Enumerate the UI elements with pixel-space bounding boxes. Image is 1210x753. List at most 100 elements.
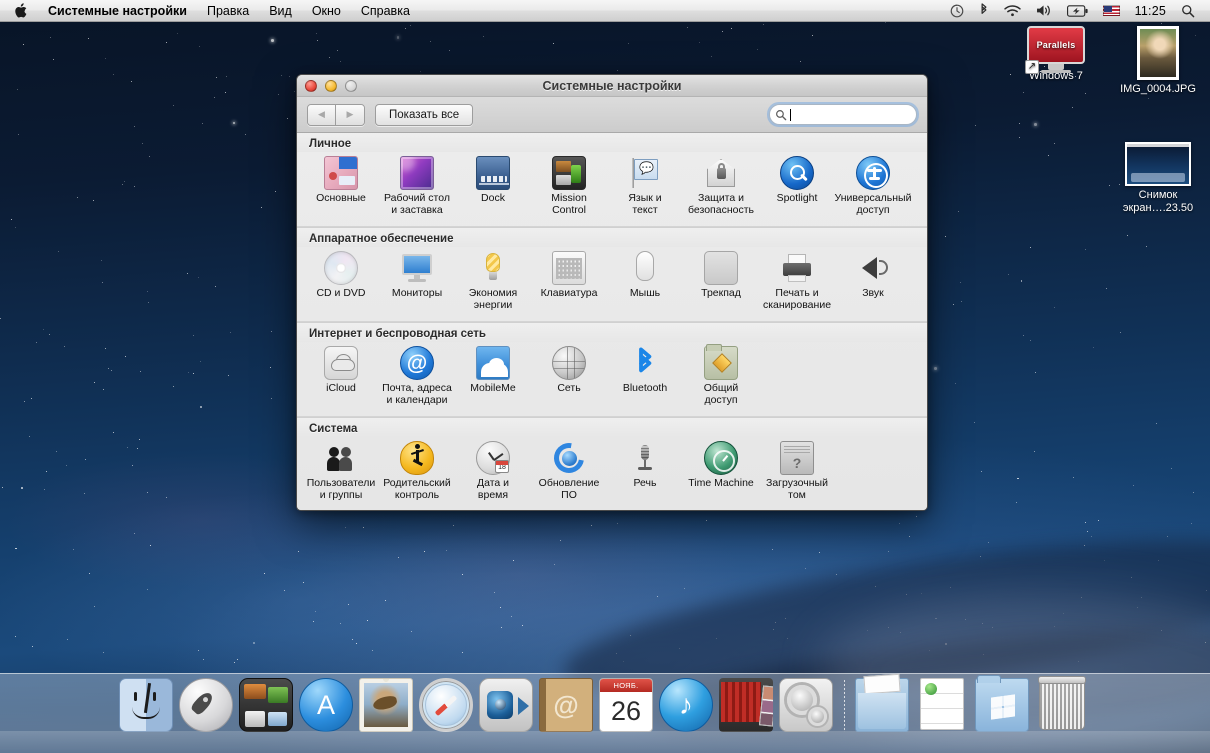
system-preferences-window[interactable]: Системные настройки ◀ ▶ Показать все Лич…: [296, 74, 928, 511]
mission-control-icon: [239, 678, 293, 732]
close-button[interactable]: [305, 79, 317, 92]
dock-item-mission-control[interactable]: [239, 678, 295, 734]
menu-item-app-name[interactable]: Системные настройки: [38, 2, 197, 20]
pref-cd-dvd[interactable]: CD и DVD: [303, 249, 379, 315]
dock-item-document[interactable]: [915, 678, 971, 734]
search-field[interactable]: [769, 104, 917, 125]
screenshot-image: [1127, 144, 1189, 184]
show-all-button[interactable]: Показать все: [375, 103, 474, 126]
pref-label: Мышь: [629, 287, 661, 299]
pref-keyboard[interactable]: Клавиатура: [531, 249, 607, 315]
dock-item-trash[interactable]: [1035, 676, 1091, 734]
pref-software-update[interactable]: Обновление ПО: [531, 437, 607, 505]
dock[interactable]: A @ нояб. 26 ♪: [0, 673, 1210, 753]
finder-icon: [119, 678, 173, 732]
pref-label: Родительский: [383, 477, 451, 489]
apple-menu-button[interactable]: [0, 3, 38, 18]
menu-item-edit[interactable]: Правка: [197, 2, 259, 20]
pref-universal-access[interactable]: Универсальный доступ: [835, 154, 911, 220]
dock-item-address-book[interactable]: @: [539, 678, 595, 734]
pref-startup-disk[interactable]: ? Загрузочный том: [759, 439, 835, 505]
photo-image: [1140, 29, 1176, 77]
dock-item-facetime[interactable]: [479, 678, 535, 734]
minimize-button[interactable]: [325, 79, 337, 92]
safari-compass-icon: [419, 678, 473, 732]
document-icon: [920, 678, 964, 730]
pref-language-text[interactable]: Язык и текст: [607, 154, 683, 220]
pref-dock[interactable]: Dock: [455, 154, 531, 220]
zoom-button[interactable]: [345, 79, 357, 92]
pref-mouse[interactable]: Мышь: [607, 249, 683, 315]
bluetooth-icon[interactable]: [972, 0, 996, 22]
icloud-icon: [324, 346, 358, 380]
pref-time-machine[interactable]: Time Machine: [683, 439, 759, 505]
time-machine-icon[interactable]: [943, 0, 971, 22]
pref-displays[interactable]: Мониторы: [379, 249, 455, 315]
pref-users-groups[interactable]: Пользователи и группы: [303, 439, 379, 505]
wifi-icon[interactable]: [997, 0, 1028, 22]
volume-icon[interactable]: [1029, 0, 1059, 22]
battery-icon[interactable]: [1060, 0, 1095, 22]
menu-item-window[interactable]: Окно: [302, 2, 351, 20]
pref-date-time[interactable]: 18 Дата и время: [455, 439, 531, 505]
pref-label-2: контроль: [394, 488, 440, 501]
pref-trackpad[interactable]: Трекпад: [683, 249, 759, 315]
desktop-icon-img0004[interactable]: IMG_0004.JPG: [1110, 26, 1206, 96]
dock-item-mail[interactable]: [359, 678, 415, 734]
pref-label: Печать и: [775, 287, 819, 299]
pref-icloud[interactable]: iCloud: [303, 344, 379, 410]
sharing-icon: [704, 344, 738, 380]
pref-label: Язык и: [628, 192, 662, 204]
pref-label: Защита и: [698, 192, 744, 204]
input-source-flag-icon[interactable]: [1096, 0, 1127, 22]
dock-item-documents-stack[interactable]: [855, 678, 911, 734]
pref-desktop-screensaver[interactable]: Рабочий стол и заставка: [379, 154, 455, 220]
universal-access-icon: [856, 156, 890, 190]
dock-item-photo-booth[interactable]: [719, 678, 775, 734]
pref-network[interactable]: Сеть: [531, 344, 607, 410]
pref-print-scan[interactable]: Печать и сканирование: [759, 249, 835, 315]
dock-item-itunes[interactable]: ♪: [659, 678, 715, 734]
general-icon: [324, 156, 358, 190]
menu-item-view[interactable]: Вид: [259, 2, 302, 20]
keyboard-icon: [552, 251, 586, 285]
window-toolbar: ◀ ▶ Показать все: [297, 97, 927, 133]
pref-mail-contacts-calendars[interactable]: @ Почта, адреса и календари: [379, 344, 455, 410]
dock-item-ical[interactable]: нояб. 26: [599, 678, 655, 734]
pref-mobileme[interactable]: MobileMe: [455, 344, 531, 410]
pref-speech[interactable]: Речь: [607, 439, 683, 505]
dock-item-app-store[interactable]: A: [299, 678, 355, 734]
dock-item-windows-folder[interactable]: [975, 675, 1031, 734]
menu-bar-status-area: 11:25: [943, 0, 1210, 22]
pref-label-2: Control: [552, 203, 586, 216]
trackpad-icon: [704, 251, 738, 285]
pref-parental-controls[interactable]: Родительский контроль: [379, 439, 455, 505]
pref-sharing[interactable]: Общий доступ: [683, 344, 759, 410]
forward-button[interactable]: ▶: [336, 104, 364, 125]
dock-item-safari[interactable]: [419, 678, 475, 734]
desktop-screensaver-icon: [400, 156, 434, 190]
menu-bar-clock[interactable]: 11:25: [1128, 4, 1173, 18]
group-grid-personal: Основные Рабочий стол и заставка Dock Mi…: [297, 152, 927, 227]
pref-spotlight[interactable]: Spotlight: [759, 154, 835, 220]
pref-general[interactable]: Основные: [303, 154, 379, 220]
pref-bluetooth[interactable]: Bluetooth: [607, 344, 683, 410]
dock-item-finder[interactable]: [119, 678, 175, 734]
dock-item-launchpad[interactable]: [179, 678, 235, 734]
menu-item-help[interactable]: Справка: [351, 2, 420, 20]
navigation-segmented-control[interactable]: ◀ ▶: [307, 103, 365, 126]
desktop-icon-windows7[interactable]: Parallels ↗ Windows 7: [1008, 26, 1104, 83]
window-titlebar[interactable]: Системные настройки: [297, 75, 927, 97]
spotlight-search-icon[interactable]: [1174, 0, 1202, 22]
search-field-wrapper[interactable]: [767, 102, 919, 127]
pref-energy-saver[interactable]: Экономия энергии: [455, 249, 531, 315]
desktop-icon-screenshot[interactable]: Снимок экран….23.50: [1108, 142, 1208, 214]
pref-label: Экономия: [468, 287, 518, 299]
back-button[interactable]: ◀: [308, 104, 336, 125]
dock-item-system-preferences[interactable]: [779, 678, 835, 734]
pref-sound[interactable]: Звук: [835, 249, 911, 315]
group-grid-internet: iCloud @ Почта, адреса и календари Mobil…: [297, 342, 927, 417]
pref-mission-control[interactable]: Mission Control: [531, 154, 607, 220]
pref-security-privacy[interactable]: Защита и безопасность: [683, 154, 759, 220]
group-grid-hardware: CD и DVD Мониторы Экономия энергии Клави…: [297, 247, 927, 322]
